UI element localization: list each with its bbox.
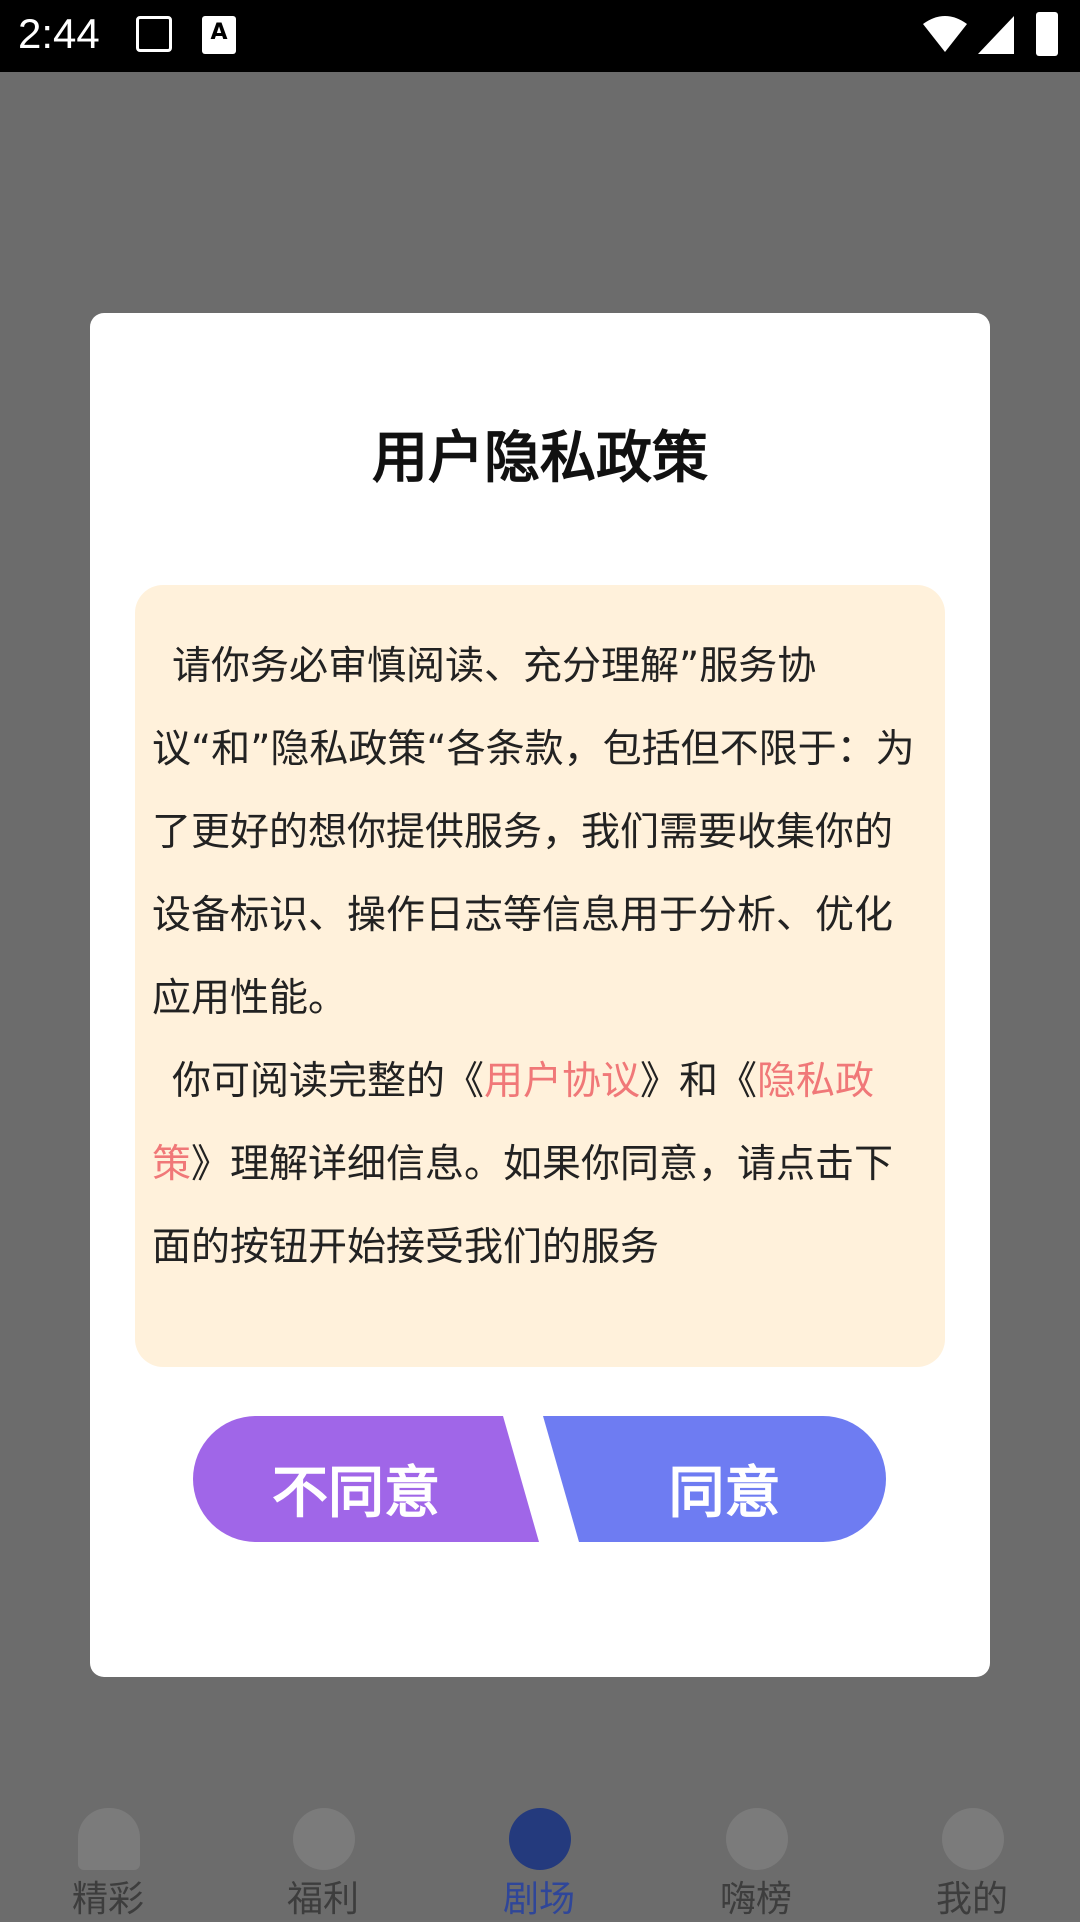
- agree-button[interactable]: 同意: [543, 1416, 886, 1542]
- nav-label: 福利: [286, 1879, 359, 1920]
- nav-item-theater[interactable]: 剧场: [459, 1790, 619, 1920]
- agree-label: 同意: [668, 1461, 781, 1526]
- policy-paragraph-2: 你可阅读完整的《用户协议》和《隐私政策》理解详细信息。如果你同意，请点击下面的按…: [152, 1040, 929, 1289]
- para2-suffix: 》理解详细信息。如果你同意，请点击下面的按钮开始接受我们的服务: [152, 1142, 894, 1270]
- nav-item-ranking[interactable]: 嗨榜: [676, 1790, 836, 1920]
- medal-icon: [726, 1808, 788, 1870]
- font-icon: A: [202, 16, 236, 54]
- bottom-nav: 精彩 福利 剧场 嗨榜 我的: [0, 1790, 1080, 1920]
- nav-label: 我的: [935, 1879, 1008, 1920]
- home-icon: [78, 1808, 140, 1870]
- battery-icon: [1036, 12, 1058, 56]
- nav-item-mine[interactable]: 我的: [892, 1790, 1052, 1920]
- status-time: 2:44: [18, 10, 100, 57]
- nav-label: 嗨榜: [719, 1879, 792, 1920]
- user-agreement-link[interactable]: 用户协议: [484, 1059, 640, 1104]
- disagree-label: 不同意: [272, 1461, 440, 1526]
- nav-label: 剧场: [502, 1879, 575, 1920]
- profile-icon: [942, 1808, 1004, 1870]
- dialog-body: 请你务必审慎阅读、充分理解”服务协议“和”隐私政策“各条款，包括但不限于：为了更…: [135, 585, 945, 1367]
- film-reel-icon: [509, 1808, 571, 1870]
- policy-paragraph-1: 请你务必审慎阅读、充分理解”服务协议“和”隐私政策“各条款，包括但不限于：为了更…: [152, 644, 915, 1021]
- nav-label: 精彩: [71, 1879, 144, 1920]
- planet-icon: [293, 1808, 355, 1870]
- wifi-icon: [923, 16, 967, 52]
- gallery-icon: [136, 16, 172, 52]
- dialog-buttons: 不同意 同意: [193, 1416, 886, 1542]
- para2-prefix: 你可阅读完整的《: [172, 1059, 485, 1104]
- privacy-dialog: 用户隐私政策 请你务必审慎阅读、充分理解”服务协议“和”隐私政策“各条款，包括但…: [90, 313, 990, 1677]
- dialog-title: 用户隐私政策: [372, 426, 708, 491]
- cellular-signal-icon: [978, 16, 1014, 54]
- disagree-button[interactable]: 不同意: [193, 1416, 539, 1542]
- status-bar: 2:44 A: [0, 0, 1080, 72]
- nav-item-home[interactable]: 精彩: [28, 1790, 188, 1920]
- para2-mid: 》和《: [640, 1059, 758, 1104]
- nav-item-welfare[interactable]: 福利: [243, 1790, 403, 1920]
